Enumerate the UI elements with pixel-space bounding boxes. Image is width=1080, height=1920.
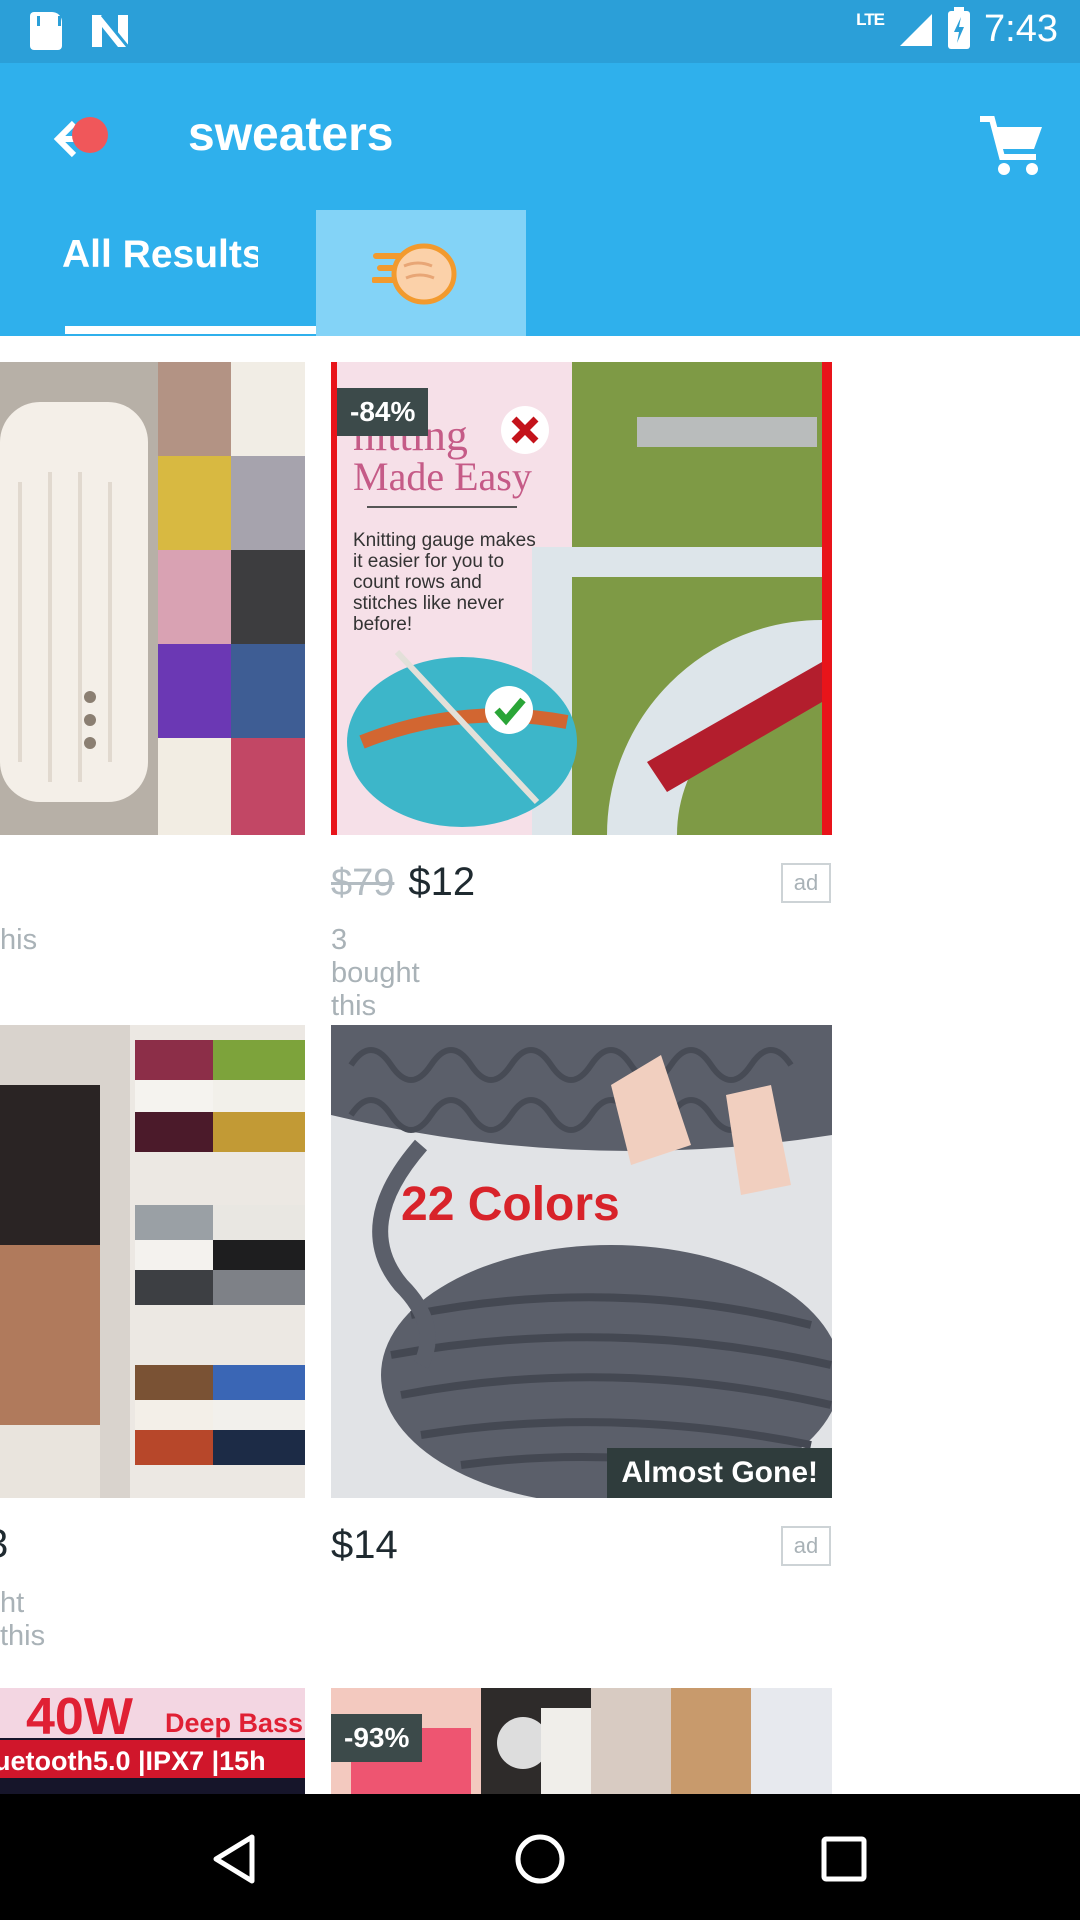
nav-recents-button[interactable] xyxy=(814,1829,874,1889)
app-n-icon xyxy=(92,14,130,48)
back-button[interactable] xyxy=(40,105,120,185)
product-image: 22 Colors Almost Gone! xyxy=(331,1025,832,1498)
image-caption: 22 Colors xyxy=(401,1178,620,1231)
sale-price: $12 xyxy=(408,860,476,904)
recents-icon xyxy=(821,1836,867,1882)
bought-count: ht this xyxy=(0,1587,46,1652)
discount-badge: -84% xyxy=(337,388,429,436)
nav-back-button[interactable] xyxy=(206,1829,266,1889)
image-title-line2: Made Easy xyxy=(353,454,532,499)
tab-indicator xyxy=(65,326,358,334)
original-price: $79 xyxy=(331,862,395,904)
notification-dot xyxy=(72,117,108,153)
tab-all-results[interactable]: All Results xyxy=(62,211,258,299)
discount-badge: -93% xyxy=(331,1714,423,1762)
product-image: -93% xyxy=(331,1688,832,1794)
signal-icon xyxy=(900,13,933,46)
image-text-specs: uetooth5.0 |IPX7 |15h xyxy=(0,1746,266,1776)
network-type: LTE xyxy=(856,9,885,29)
clock: 7:43 xyxy=(984,8,1058,50)
ad-badge: ad xyxy=(781,1526,831,1566)
product-image: 40W Deep Bass uetooth5.0 |IPX7 |15h xyxy=(0,1688,305,1794)
price: 3 xyxy=(0,1522,8,1567)
nav-home-button[interactable] xyxy=(510,1829,570,1889)
image-text-bass: Deep Bass xyxy=(165,1708,303,1738)
tab-fast-delivery[interactable] xyxy=(316,210,526,336)
home-icon xyxy=(515,1834,565,1884)
fast-fist-icon xyxy=(372,243,457,305)
image-text-wattage: 40W xyxy=(26,1688,134,1746)
price-line: $79 $12 xyxy=(331,860,475,905)
app-bar: sweaters All Results xyxy=(0,63,1080,336)
ad-badge: ad xyxy=(781,863,831,903)
bought-count: 3 bought this xyxy=(331,924,420,1022)
status-bar: LTE 7:43 xyxy=(0,0,1080,63)
product-image: nitting Made Easy Knitting gauge makes i… xyxy=(331,362,832,835)
cart-button[interactable] xyxy=(972,105,1052,185)
almost-gone-badge: Almost Gone! xyxy=(607,1448,832,1498)
search-query-title[interactable]: sweaters xyxy=(188,107,393,162)
product-image xyxy=(0,1025,305,1498)
product-image xyxy=(0,362,305,835)
back-icon xyxy=(213,1834,255,1884)
cart-icon xyxy=(980,116,1042,175)
sale-price: $14 xyxy=(331,1523,398,1567)
system-navigation-bar xyxy=(0,1794,1080,1920)
bought-count: his xyxy=(0,924,38,956)
sd-card-icon xyxy=(30,12,62,50)
battery-icon xyxy=(948,6,971,49)
image-body-text: Knitting gauge makes it easier for you t… xyxy=(353,530,536,635)
price-line: $14 xyxy=(331,1523,398,1568)
